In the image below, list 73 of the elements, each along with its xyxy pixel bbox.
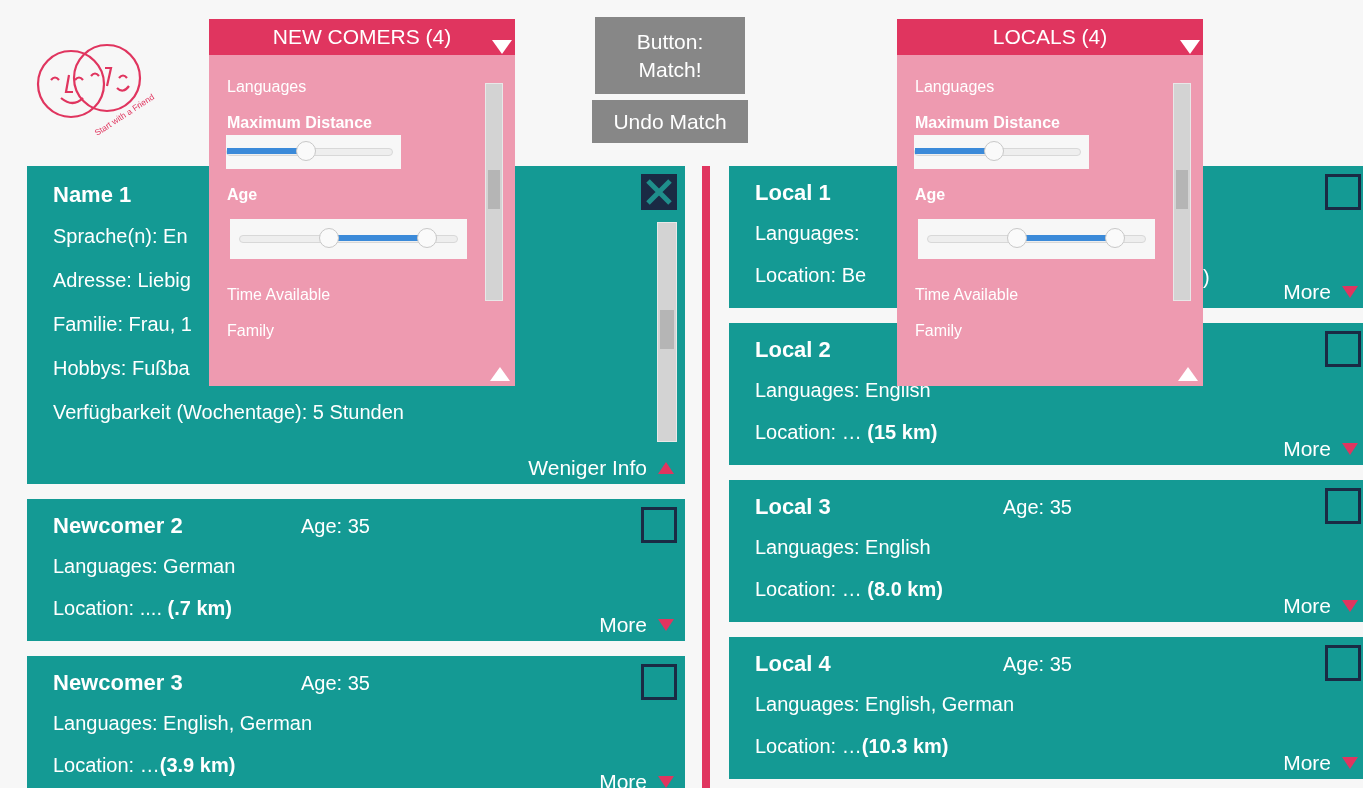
filter-label[interactable]: Time Available [227,285,515,321]
select-checkbox[interactable] [1325,488,1361,524]
profile-detail: Location: …(10.3 km) [755,734,949,759]
card-title: Newcomer 3 [53,670,183,696]
profile-detail: Languages: English, German [755,692,1015,717]
age-text: Age: 35 [1003,496,1072,519]
profile-detail: Location: Be [755,263,867,288]
more-toggle[interactable]: More [1283,594,1359,618]
triangle-down-icon [657,775,675,788]
select-checkbox[interactable] [1325,174,1361,210]
age-text: Age: 35 [301,515,370,538]
triangle-down-icon[interactable] [491,39,513,55]
profile-detail: Languages: English [755,535,931,560]
select-checkbox[interactable] [641,507,677,543]
profile-detail: Verfügbarkeit (Wochentage): 5 Stunden [53,400,404,425]
profile-detail: Sprache(n): En [53,224,188,249]
more-toggle[interactable]: Weniger Info [528,456,675,480]
profile-detail: Languages: English, German [53,711,313,736]
age-text: Age: 35 [1003,653,1072,676]
more-toggle[interactable]: More [1283,280,1359,304]
profile-detail: Languages: [755,221,860,246]
action-button[interactable]: Undo Match [592,100,748,143]
range-slider[interactable] [918,219,1155,259]
action-button[interactable]: Button: Match! [595,17,745,94]
detail-fragment: ) [1203,266,1210,289]
more-toggle[interactable]: More [599,613,675,637]
scrollbar[interactable] [1173,83,1191,301]
triangle-up-icon[interactable] [1177,366,1199,382]
age-text: Age: 35 [301,672,370,695]
filter-label: Age [915,185,947,205]
triangle-down-icon[interactable] [1179,39,1201,55]
profile-detail: Location: …(3.9 km) [53,753,236,778]
select-checkbox[interactable] [1325,645,1361,681]
distance-slider[interactable] [914,135,1089,169]
triangle-down-icon [1341,599,1359,613]
more-toggle[interactable]: More [1283,751,1359,775]
select-checkbox[interactable] [1325,331,1361,367]
card-title: Local 3 [755,494,831,520]
profile-detail: Languages: German [53,554,236,579]
profile-detail: Hobbys: Fußba [53,356,190,381]
card-title: Local 4 [755,651,831,677]
filter-label[interactable]: Family [915,321,1203,357]
profile-detail: Location: .... (.7 km) [53,596,232,621]
profile-detail: Adresse: Liebig [53,268,191,293]
filter-label[interactable]: Languages [915,77,1203,113]
profile-detail: Location: … (15 km) [755,420,938,445]
profile-detail: Location: … (8.0 km) [755,577,943,602]
select-checkbox[interactable] [641,174,677,210]
range-slider[interactable] [230,219,467,259]
scrollbar[interactable] [657,222,677,442]
card-title: Local 2 [755,337,831,363]
filter-label[interactable]: Family [227,321,515,357]
triangle-up-icon[interactable] [489,366,511,382]
filter-label[interactable]: Languages [227,77,515,113]
select-checkbox[interactable] [641,664,677,700]
filter-label[interactable]: Time Available [915,285,1203,321]
filter-label: Age [227,185,259,205]
card-title: Local 1 [755,180,831,206]
panel-title: LOCALS (4) [992,25,1108,49]
card-title: Name 1 [53,182,132,208]
triangle-down-icon [657,618,675,632]
distance-slider[interactable] [226,135,401,169]
triangle-down-icon [1341,442,1359,456]
panel-title: NEW COMERS (4) [272,25,452,49]
card-title: Newcomer 2 [53,513,183,539]
filter-label: Maximum Distance [915,113,1061,133]
filter-label: Maximum Distance [227,113,373,133]
triangle-down-icon [1341,285,1359,299]
scrollbar[interactable] [485,83,503,301]
triangle-down-icon [1341,756,1359,770]
more-toggle[interactable]: More [1283,437,1359,461]
triangle-up-icon [657,461,675,475]
profile-detail: Familie: Frau, 1 [53,312,192,337]
